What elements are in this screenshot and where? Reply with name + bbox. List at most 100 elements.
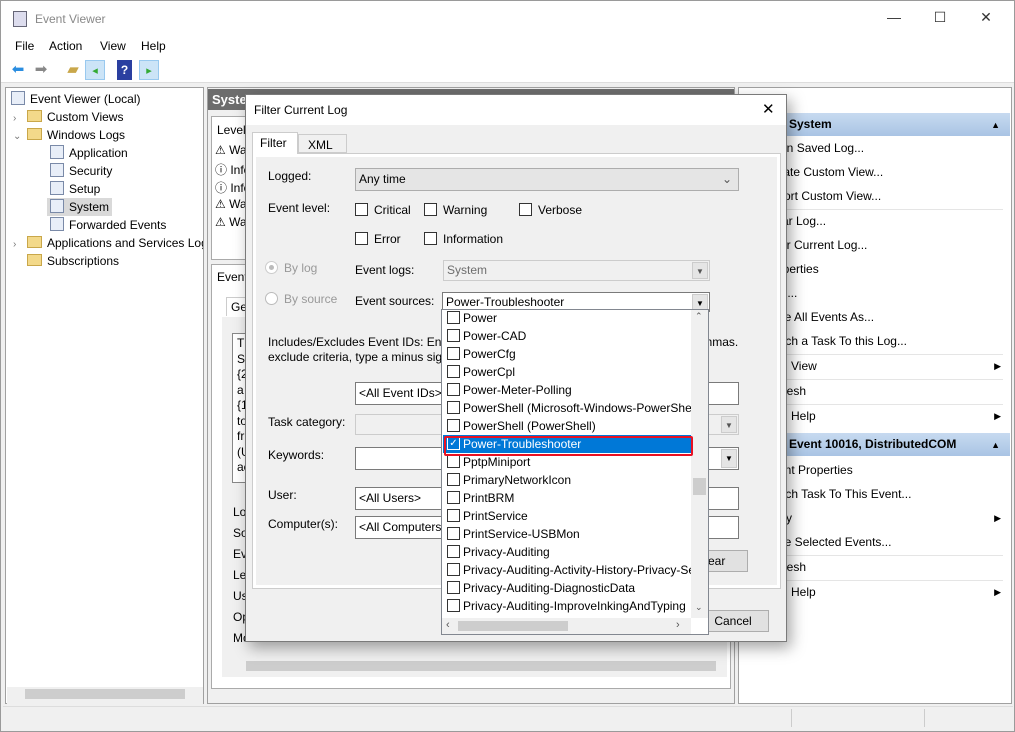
dialog-close-button[interactable]: ✕	[762, 100, 775, 118]
source-option[interactable]: PrintBRM	[443, 489, 691, 507]
source-checkbox[interactable]	[447, 347, 460, 360]
user-label: User:	[268, 488, 297, 502]
source-checkbox[interactable]	[447, 473, 460, 486]
source-checkbox[interactable]	[447, 383, 460, 396]
source-option[interactable]: PrintService-USBMon	[443, 525, 691, 543]
tree-item-subscriptions[interactable]: Subscriptions	[27, 252, 119, 270]
source-option[interactable]: Privacy-Auditing	[443, 543, 691, 561]
column-level[interactable]: Level	[217, 123, 246, 137]
subscriptions-icon	[27, 254, 42, 266]
source-label: Power-CAD	[463, 329, 527, 343]
tree-item-application[interactable]: Application	[50, 144, 128, 162]
source-option[interactable]: PrimaryNetworkIcon	[443, 471, 691, 489]
source-label: PrintBRM	[463, 491, 515, 505]
source-checkbox[interactable]	[447, 599, 460, 612]
event-sources-label: Event sources:	[355, 294, 435, 308]
tree-item-system[interactable]: System	[47, 198, 113, 216]
tab-xml[interactable]: XML	[298, 134, 347, 153]
log-icon	[50, 181, 64, 195]
source-label: PrintService	[463, 509, 528, 523]
source-checkbox[interactable]	[447, 491, 460, 504]
source-option[interactable]: PowerShell (PowerShell)	[443, 417, 691, 435]
source-checkbox[interactable]	[447, 563, 460, 576]
tree-item-applications-and-services[interactable]: › Applications and Services Logs	[13, 234, 203, 252]
event-viewer-icon	[11, 91, 25, 105]
source-label: PrintService-USBMon	[463, 527, 580, 541]
source-label: Power-Meter-Polling	[463, 383, 572, 397]
menu-help[interactable]: Help	[141, 39, 166, 53]
computer-label: Computer(s):	[268, 517, 339, 531]
source-checkbox[interactable]	[447, 455, 460, 468]
verbose-checkbox[interactable]	[519, 203, 532, 216]
tree-item-root[interactable]: Event Viewer (Local)	[11, 90, 141, 108]
source-option[interactable]: Power-CAD	[443, 327, 691, 345]
task-category-label: Task category:	[268, 415, 346, 429]
tree-item-setup[interactable]: Setup	[50, 180, 100, 198]
action-view[interactable]: View	[791, 359, 817, 373]
source-checkbox[interactable]	[447, 509, 460, 522]
source-option[interactable]: Privacy-Auditing-Activity-History-Privac…	[443, 561, 691, 579]
tree-item-windows-logs[interactable]: ⌄ Windows Logs	[13, 126, 125, 144]
tree-item-forwarded-events[interactable]: Forwarded Events	[50, 216, 166, 234]
action-help-event[interactable]: Help	[791, 585, 816, 599]
dropdown-horizontal-scrollbar[interactable]: ‹ ›	[442, 618, 691, 634]
by-source-label: By source	[284, 292, 338, 306]
event-section-header[interactable]: Event 10016, DistributedCOM ▲	[764, 433, 1010, 456]
source-checkbox[interactable]	[447, 581, 460, 594]
dropdown-vertical-scrollbar[interactable]: ⌃ ⌄	[691, 310, 708, 618]
source-checkbox[interactable]	[447, 419, 460, 432]
action-help[interactable]: Help	[791, 409, 816, 423]
source-option[interactable]: PowerShell (Microsoft-Windows-PowerShell…	[443, 399, 691, 417]
minimize-button[interactable]: —	[879, 9, 909, 29]
source-option[interactable]: Privacy-Auditing-DiagnosticData	[443, 579, 691, 597]
source-checkbox[interactable]	[447, 527, 460, 540]
open-folder-icon[interactable]: ▰	[63, 60, 83, 80]
critical-label: Critical	[374, 203, 411, 217]
source-label: PrimaryNetworkIcon	[463, 473, 572, 487]
tree-item-custom-views[interactable]: › Custom Views	[13, 108, 123, 126]
submenu-arrow-icon: ▶	[994, 513, 1001, 523]
menu-file[interactable]: File	[15, 39, 34, 53]
source-checkbox[interactable]	[447, 401, 460, 414]
by-log-radio[interactable]	[265, 261, 278, 274]
actions-section-header[interactable]: System ▲	[764, 113, 1010, 136]
source-option[interactable]: Power-Meter-Polling	[443, 381, 691, 399]
maximize-button[interactable]: ☐	[925, 9, 955, 29]
menu-action[interactable]: Action	[49, 39, 82, 53]
menu-view[interactable]: View	[100, 39, 126, 53]
folder-filter-icon	[27, 110, 42, 122]
show-hide-action-pane-icon[interactable]: ▸	[139, 60, 159, 80]
source-option[interactable]: PowerCpl	[443, 363, 691, 381]
tab-filter[interactable]: Filter	[252, 132, 298, 154]
source-option[interactable]: PrintService	[443, 507, 691, 525]
forward-icon[interactable]: ➡	[31, 60, 51, 80]
back-icon[interactable]: ⬅	[8, 60, 28, 80]
critical-checkbox[interactable]	[355, 203, 368, 216]
event-sources-dropdown-list: Power Power-CAD PowerCfg PowerCpl Power-Mete…	[441, 309, 709, 635]
source-option[interactable]: Privacy-Auditing-ImproveInkingAndTyping	[443, 597, 691, 615]
information-checkbox[interactable]	[424, 232, 437, 245]
help-icon[interactable]: ?	[117, 60, 132, 80]
warning-checkbox[interactable]	[424, 203, 437, 216]
expand-icon[interactable]: ›	[13, 236, 27, 252]
collapse-icon[interactable]: ⌄	[13, 128, 27, 146]
error-checkbox[interactable]	[355, 232, 368, 245]
tree-horizontal-scrollbar[interactable]	[7, 687, 203, 705]
close-button[interactable]: ✕	[971, 9, 1001, 29]
source-label: Privacy-Auditing-Activity-History-Privac…	[463, 563, 691, 577]
event-viewer-icon	[13, 11, 27, 27]
by-source-radio[interactable]	[265, 292, 278, 305]
logged-select[interactable]: Any time ⌄	[355, 168, 739, 191]
source-checkbox[interactable]	[447, 329, 460, 342]
event-logs-select: System ▼	[443, 260, 710, 281]
source-checkbox[interactable]	[447, 545, 460, 558]
source-option[interactable]: Power	[443, 309, 691, 327]
dialog-title-bar: Filter Current Log ✕	[246, 95, 786, 125]
tree-item-security[interactable]: Security	[50, 162, 112, 180]
source-checkbox[interactable]	[447, 311, 460, 324]
show-hide-tree-icon[interactable]: ◂	[85, 60, 105, 80]
detail-horizontal-scrollbar[interactable]	[230, 659, 725, 673]
source-label: Privacy-Auditing-DiagnosticData	[463, 581, 636, 595]
source-checkbox[interactable]	[447, 365, 460, 378]
source-option[interactable]: PowerCfg	[443, 345, 691, 363]
